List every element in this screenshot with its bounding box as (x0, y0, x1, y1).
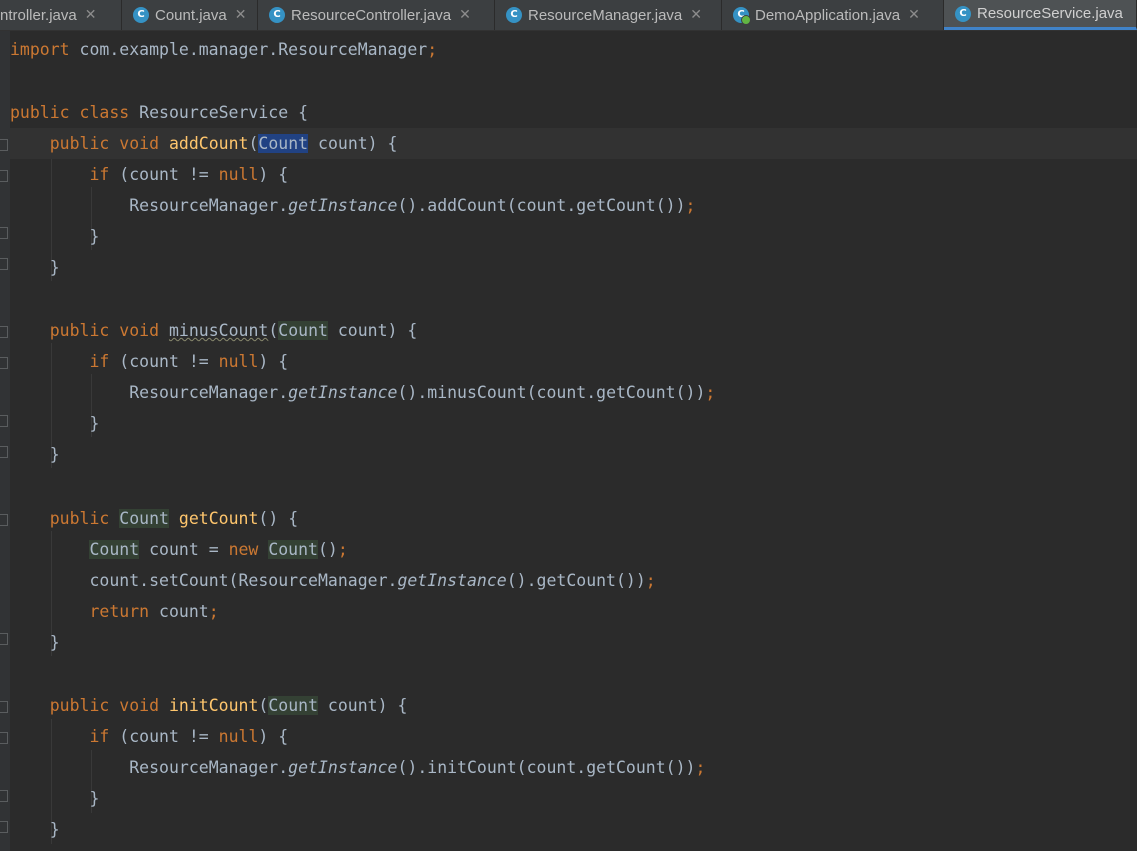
tab-label: ResourceController.java (291, 6, 452, 24)
close-icon[interactable]: ✕ (690, 8, 702, 22)
fold-marker[interactable] (0, 227, 8, 239)
code-line[interactable]: count.setCount(ResourceManager.getInstan… (10, 565, 1137, 596)
code-line[interactable]: } (10, 221, 1137, 252)
tab-resource-manager[interactable]: C ResourceManager.java ✕ (495, 0, 722, 30)
fold-marker[interactable] (0, 446, 8, 458)
tab-count[interactable]: C Count.java ✕ (122, 0, 258, 30)
code-line[interactable]: public void initCount(Count count) { (10, 690, 1137, 721)
code-line[interactable]: public class ResourceService { (10, 97, 1137, 128)
close-icon[interactable]: ✕ (85, 8, 97, 22)
fold-marker[interactable] (0, 170, 8, 182)
tab-label: ResourceManager.java (528, 6, 683, 24)
fold-marker[interactable] (0, 790, 8, 802)
code-line[interactable]: if (count != null) { (10, 721, 1137, 752)
close-icon[interactable]: ✕ (908, 8, 920, 22)
tab-label: ResourceService.java (977, 5, 1123, 22)
fold-marker[interactable] (0, 514, 8, 526)
tab-controller[interactable]: ntroller.java ✕ (0, 0, 122, 30)
code-line[interactable]: public void minusCount(Count count) { (10, 315, 1137, 346)
gutter (0, 31, 10, 851)
code-line[interactable]: } (10, 627, 1137, 658)
fold-marker[interactable] (0, 701, 8, 713)
tab-label: DemoApplication.java (755, 6, 901, 24)
code-line[interactable]: } (10, 783, 1137, 814)
code-line[interactable]: if (count != null) { (10, 346, 1137, 377)
code-editor[interactable]: import com.example.manager.ResourceManag… (0, 31, 1137, 851)
close-icon[interactable]: ✕ (459, 8, 471, 22)
code-line[interactable]: } (10, 252, 1137, 283)
class-icon: C (269, 7, 285, 23)
fold-marker[interactable] (0, 633, 8, 645)
code-line[interactable]: Count count = new Count(); (10, 534, 1137, 565)
fold-marker[interactable] (0, 326, 8, 338)
code-line[interactable]: } (10, 408, 1137, 439)
code-line[interactable]: if (count != null) { (10, 159, 1137, 190)
class-icon: C (506, 7, 522, 23)
fold-marker[interactable] (0, 139, 8, 151)
tab-resource-controller[interactable]: C ResourceController.java ✕ (258, 0, 495, 30)
class-icon: C (133, 7, 149, 23)
close-icon[interactable]: ✕ (235, 8, 247, 22)
code-line[interactable]: ResourceManager.getInstance().initCount(… (10, 752, 1137, 783)
tab-demo-application[interactable]: C DemoApplication.java ✕ (722, 0, 944, 30)
code-line-current[interactable]: public void addCount(Count count) { (10, 128, 1137, 159)
class-icon: C (955, 5, 971, 22)
code-line[interactable]: return count; (10, 596, 1137, 627)
tab-label: Count.java (155, 6, 227, 24)
code-line[interactable]: public Count getCount() { (10, 503, 1137, 534)
spring-boot-app-icon: C (733, 7, 751, 25)
fold-marker[interactable] (0, 732, 8, 744)
fold-marker[interactable] (0, 821, 8, 833)
tab-resource-service[interactable]: C ResourceService.java (944, 0, 1137, 30)
editor-tab-bar: ntroller.java ✕ C Count.java ✕ C Resourc… (0, 0, 1137, 31)
code-line[interactable]: import com.example.manager.ResourceManag… (10, 34, 1137, 65)
fold-marker[interactable] (0, 258, 8, 270)
code-line[interactable]: ResourceManager.getInstance().minusCount… (10, 377, 1137, 408)
tab-label: ntroller.java (0, 6, 77, 24)
code-line[interactable]: } (10, 814, 1137, 845)
fold-marker[interactable] (0, 357, 8, 369)
fold-marker[interactable] (0, 415, 8, 427)
code-line[interactable]: } (10, 439, 1137, 470)
code-line[interactable]: ResourceManager.getInstance().addCount(c… (10, 190, 1137, 221)
